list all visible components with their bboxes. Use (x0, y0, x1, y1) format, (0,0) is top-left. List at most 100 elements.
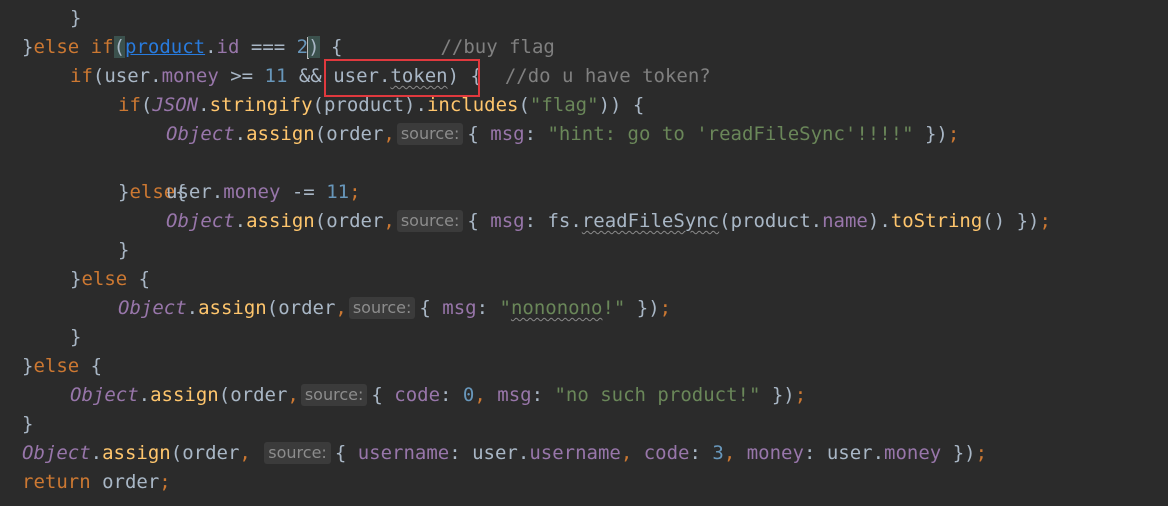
user-reference: user (104, 65, 151, 87)
dot: . (198, 94, 210, 116)
object-global: Object (22, 442, 91, 464)
closing-brace: }) (625, 297, 660, 319)
number-literal: 3 (712, 442, 724, 464)
number-literal: 11 (264, 65, 288, 87)
comma: , (383, 210, 395, 232)
dot: . (150, 65, 162, 87)
paren-open: ( (312, 94, 324, 116)
closing-brace: } (70, 326, 82, 348)
paren-open: ( (518, 94, 530, 116)
code-line-8: Object.assign(order, source:{ msg: fs.rea… (0, 207, 1051, 236)
closing-brace: }) (1005, 210, 1040, 232)
string-literal: "flag" (529, 94, 599, 116)
paren-open: ( (92, 65, 105, 87)
dot: . (872, 442, 885, 464)
code-line-15: } (0, 410, 33, 439)
user-reference: user (166, 181, 212, 203)
keyword-else: else (33, 36, 80, 58)
function-assign: assign (150, 384, 219, 406)
opening-brace: { (467, 210, 491, 232)
colon: : (524, 123, 548, 145)
semicolon: ; (659, 297, 672, 319)
code-line-13: }else { (0, 352, 102, 381)
colon: : (440, 384, 463, 406)
paren-call: () (982, 210, 1006, 232)
colon: : (531, 384, 555, 406)
key-msg: msg (497, 384, 532, 406)
dot: . (138, 384, 151, 406)
paren-open: ( (719, 210, 731, 232)
function-assign: assign (246, 123, 315, 145)
function-assign: assign (102, 442, 171, 464)
semicolon: ; (349, 181, 361, 203)
keyword-else: else (33, 355, 80, 377)
opening-brace: { (419, 297, 443, 319)
code-line-2: }else if(product.id === 2) {//buy flag (0, 33, 555, 62)
json-global: JSON (152, 94, 199, 116)
object-global: Object (118, 297, 187, 319)
property-money: money (884, 442, 942, 464)
key-msg: msg (442, 297, 477, 319)
string-literal: nononono (510, 297, 603, 319)
dot: . (186, 297, 199, 319)
comment: //do u have token? (504, 65, 711, 87)
keyword-if: if (70, 65, 93, 87)
parameter-hint: source: (396, 210, 464, 232)
object-global: Object (70, 384, 139, 406)
dot: . (234, 123, 247, 145)
order-reference: order (90, 471, 160, 493)
semicolon: ; (1039, 210, 1051, 232)
parameter-hint: source: (300, 384, 368, 406)
function-assign: assign (198, 297, 267, 319)
code-line-11: Object.assign(order, source:{ msg: "nonon… (0, 294, 671, 323)
product-reference[interactable]: product (125, 36, 205, 58)
comma: , (383, 123, 395, 145)
comma: , (723, 442, 747, 464)
code-line-17: return order; (0, 468, 171, 497)
paren-close: ) (404, 94, 416, 116)
closing-brace: } (70, 268, 82, 290)
opening-brace: { (319, 36, 343, 58)
comma: , (474, 384, 498, 406)
quote: !" (602, 297, 626, 319)
string-literal: "hint: go to 'readFileSync'!!!!" (547, 123, 914, 145)
key-code: code (643, 442, 690, 464)
closing-brace: } (118, 239, 130, 261)
code-line-12: } (0, 323, 81, 352)
order-argument: order (326, 210, 384, 232)
object-global: Object (166, 123, 235, 145)
code-line-14: Object.assign(order, source:{ code: 0, ms… (0, 381, 806, 410)
highlight-box (324, 59, 480, 97)
semicolon: ; (159, 471, 171, 493)
semicolon: ; (947, 123, 960, 145)
user-reference: user (826, 442, 873, 464)
opening-brace: { (334, 442, 358, 464)
code-line-5: Object.assign(order, source:{ msg: "hint:… (0, 120, 959, 149)
closing-brace: } (22, 355, 34, 377)
colon: : (689, 442, 713, 464)
paren-open: ( (113, 36, 126, 58)
operator: >= (218, 65, 265, 87)
comma: , (335, 297, 347, 319)
operator: === (239, 36, 297, 58)
semicolon: ; (794, 384, 807, 406)
user-reference: user (472, 442, 518, 464)
dot: . (234, 210, 247, 232)
key-code: code (394, 384, 441, 406)
number-literal: 0 (462, 384, 475, 406)
closing-brace: }) (913, 123, 948, 145)
quote: " (499, 297, 511, 319)
code-line-7: user.money -= 11; (0, 178, 361, 207)
code-editor[interactable]: } }else if(product.id === 2) {//buy flag… (0, 0, 1168, 506)
order-argument: order (182, 442, 240, 464)
paren-close: )) (598, 94, 622, 116)
dot: . (90, 442, 103, 464)
fs-module: fs (547, 210, 571, 232)
key-msg: msg (490, 210, 525, 232)
property-name: name (822, 210, 868, 232)
dot: . (879, 210, 891, 232)
property-money: money (161, 65, 219, 87)
paren-open: ( (218, 384, 231, 406)
paren-open: ( (266, 297, 279, 319)
dot: . (415, 94, 427, 116)
